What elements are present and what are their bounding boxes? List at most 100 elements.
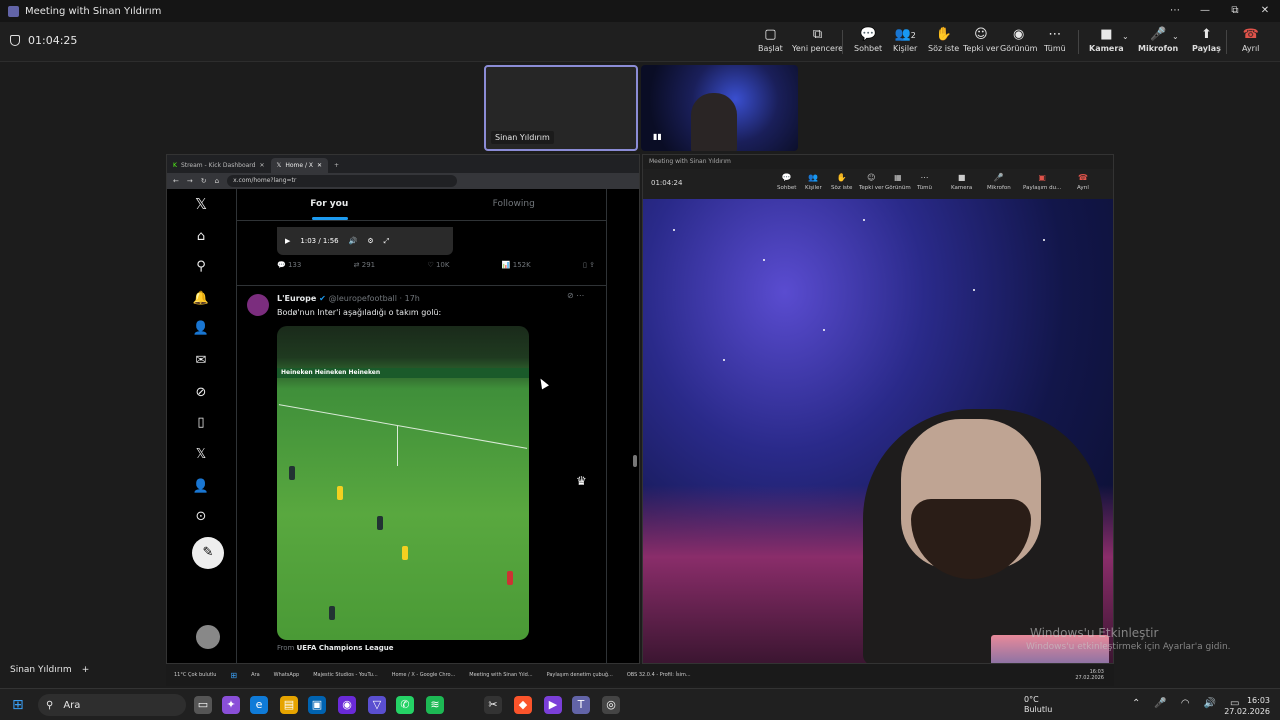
search-icon[interactable]: ⚲ <box>191 259 211 274</box>
camera-button[interactable]: ■ Kamera <box>1089 26 1124 60</box>
inner-more-button[interactable]: ⋯ Tümü <box>917 173 932 191</box>
brave-icon[interactable]: ◆ <box>514 696 532 714</box>
more-icon[interactable]: ⋯ <box>1160 0 1190 22</box>
react-button[interactable]: ☺ Tepki ver <box>963 26 999 60</box>
grok-icon[interactable]: ⊘ ⋯ <box>567 291 584 300</box>
mail-icon[interactable]: ✉ <box>191 353 211 368</box>
inner-leave-button[interactable]: ☎ Ayrıl <box>1077 173 1089 191</box>
windows-start-icon[interactable]: ⊞ <box>12 697 24 713</box>
more-button[interactable]: ⋯ Tümü <box>1044 26 1066 60</box>
play-icon[interactable]: ▶ <box>285 237 290 245</box>
obs-icon[interactable]: ◎ <box>602 696 620 714</box>
close-icon[interactable]: ✕ <box>259 162 264 169</box>
like-count[interactable]: ♡ 10K <box>427 261 449 269</box>
avatar[interactable] <box>247 294 269 316</box>
participant-tile-self[interactable]: Sinan Yıldırım <box>484 65 638 151</box>
raise-hand-button[interactable]: ✋ Söz iste <box>928 26 959 60</box>
windows-icon[interactable]: ⊞ <box>230 671 237 680</box>
volume-icon[interactable]: 🔊 <box>349 237 358 245</box>
microphone-icon[interactable]: 🎤 <box>1154 698 1166 709</box>
microphone-dropdown[interactable]: ⌄ <box>1172 32 1179 66</box>
retweet-count[interactable]: ⇄ 291 <box>354 261 375 269</box>
wifi-icon[interactable]: ◠ <box>1181 698 1190 709</box>
app-icon[interactable]: ◉ <box>338 696 356 714</box>
taskbar-weather[interactable]: 0°C Bulutlu <box>1024 695 1052 715</box>
inner-share-button[interactable]: ▣ Paylaşım du... <box>1023 173 1061 191</box>
bookmark-icon[interactable]: ▯ <box>191 415 211 430</box>
scrollbar[interactable] <box>633 455 637 467</box>
minimize-button[interactable]: — <box>1190 0 1220 22</box>
reply-count[interactable]: 💬 133 <box>277 261 301 269</box>
volume-icon[interactable]: 🔊 <box>1204 698 1216 709</box>
home-icon[interactable]: ⌂ <box>191 229 211 244</box>
browser-tab-x[interactable]: 𝕏 Home / X ✕ <box>270 158 329 173</box>
post-icon[interactable]: ✎ <box>192 537 224 569</box>
avatar[interactable] <box>196 625 220 649</box>
vpn-icon[interactable]: ▽ <box>368 696 386 714</box>
chat-button[interactable]: 💬 Sohbet <box>854 26 882 60</box>
video-editor-icon[interactable]: ▶ <box>544 696 562 714</box>
close-icon[interactable]: ✕ <box>317 162 322 169</box>
whatsapp-icon[interactable]: ✆ <box>396 696 414 714</box>
address-bar[interactable]: x.com/home?lang=tr <box>227 175 458 187</box>
browser-tab-kick[interactable]: K Stream - Kick Dashboard ✕ <box>167 158 271 173</box>
tweet-video[interactable]: Heineken Heineken Heineken <box>277 326 529 640</box>
taskbar-clock[interactable]: 16:03 27.02.2026 <box>1224 695 1270 717</box>
x-logo-icon[interactable]: 𝕏 <box>191 195 211 213</box>
back-icon[interactable]: ← <box>173 177 179 185</box>
inner-app-teams[interactable]: Meeting with Sinan Yıld... <box>469 672 532 678</box>
tab-for-you[interactable]: For you <box>237 189 422 220</box>
maximize-button[interactable]: ⧉ <box>1220 0 1250 22</box>
inner-chat-button[interactable]: 💬 Sohbet <box>777 173 796 191</box>
grok-icon[interactable]: ⊘ <box>191 385 211 400</box>
bookmark-icon[interactable]: ▯ ⇪ <box>583 261 595 269</box>
more-icon[interactable]: ⊙ <box>191 509 211 524</box>
spotify-icon[interactable]: ≋ <box>426 696 444 714</box>
inner-app-share[interactable]: Paylaşım denetim çubuğ... <box>547 672 613 678</box>
edge-icon[interactable]: e <box>250 696 268 714</box>
task-view-icon[interactable]: ▭ <box>194 696 212 714</box>
participant-tile-video[interactable]: ▮▮ <box>641 65 798 151</box>
inner-react-button[interactable]: ☺ Tepki ver <box>859 173 884 191</box>
view-button[interactable]: ◉ Görünüm <box>1000 26 1037 60</box>
inner-raise-hand-button[interactable]: ✋ Söz iste <box>831 173 852 191</box>
x-icon[interactable]: 𝕏 <box>191 447 211 462</box>
home-icon[interactable]: ⌂ <box>215 177 219 185</box>
add-button[interactable]: + <box>82 665 90 675</box>
inner-camera-button[interactable]: ■ Kamera <box>951 173 972 191</box>
inner-app-obs[interactable]: OBS 32.0.4 - Profil: İsim... <box>627 672 691 678</box>
capcut-icon[interactable]: ✂ <box>484 696 502 714</box>
copilot-icon[interactable]: ✦ <box>222 696 240 714</box>
reload-icon[interactable]: ↻ <box>201 177 207 185</box>
teams-icon[interactable]: T <box>572 696 590 714</box>
inner-app-whatsapp[interactable]: WhatsApp <box>274 672 300 678</box>
person-add-icon[interactable]: 👤 <box>191 321 211 336</box>
store-icon[interactable]: ▣ <box>308 696 326 714</box>
view-count[interactable]: 📊 152K <box>502 261 531 269</box>
camera-dropdown[interactable]: ⌄ <box>1122 32 1129 66</box>
inner-mic-button[interactable]: 🎤 Mikrofon <box>987 173 1011 191</box>
tweet-author[interactable]: L'Europe ✔ @leuropefootball · 17h <box>277 294 420 303</box>
file-explorer-icon[interactable]: ▤ <box>280 696 298 714</box>
profile-icon[interactable]: 👤 <box>191 479 211 494</box>
new-window-button[interactable]: ⧉ Yeni pencere <box>792 26 843 60</box>
taskbar-search[interactable]: ⚲ Ara <box>38 694 186 716</box>
settings-icon[interactable]: ⚙ <box>367 237 373 245</box>
leave-button[interactable]: ☎ Ayrıl <box>1242 26 1259 60</box>
inner-people-button[interactable]: 👥 Kişiler <box>805 173 822 191</box>
inner-app-chrome[interactable]: Home / X - Google Chro... <box>392 672 456 678</box>
close-button[interactable]: ✕ <box>1250 0 1280 22</box>
people-button[interactable]: 👥2 Kişiler <box>893 26 917 60</box>
inner-view-button[interactable]: ▦ Görünüm <box>885 173 911 191</box>
new-tab-button[interactable]: + <box>328 158 345 173</box>
start-button[interactable]: ▢ Başlat <box>758 26 783 60</box>
forward-icon[interactable]: → <box>187 177 193 185</box>
tweet[interactable]: L'Europe ✔ @leuropefootball · 17h Bodø'n… <box>237 285 606 652</box>
chevron-up-icon[interactable]: ⌃ <box>1132 698 1140 709</box>
fullscreen-icon[interactable]: ⤢ <box>384 237 390 246</box>
inner-app-youtube[interactable]: Majestic Studios - YouTu... <box>313 672 378 678</box>
bell-icon[interactable]: 🔔 <box>191 291 211 306</box>
share-button[interactable]: ⬆ Paylaş <box>1192 26 1221 60</box>
tab-following[interactable]: Following <box>422 189 607 220</box>
inner-search[interactable]: Ara <box>251 672 260 678</box>
